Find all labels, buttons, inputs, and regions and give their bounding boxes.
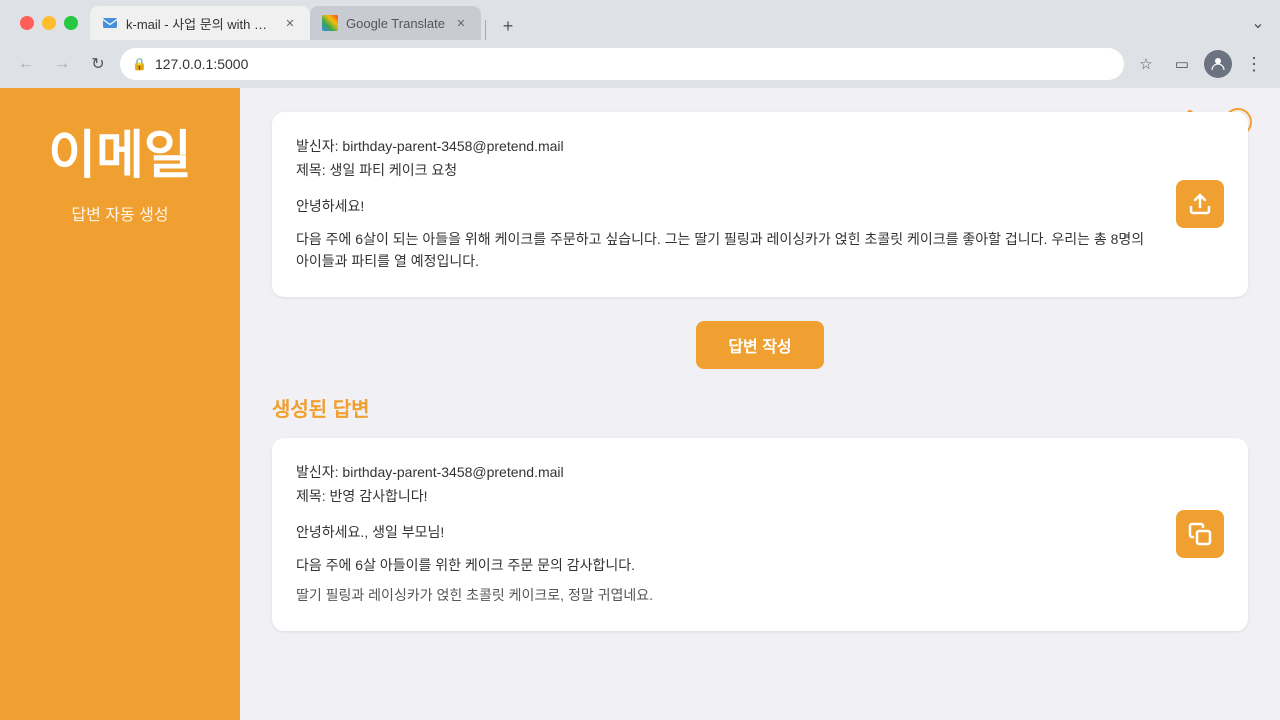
generated-email-subject: 제목: 반영 감사합니다!: [296, 486, 1160, 506]
reload-button[interactable]: ↻: [84, 50, 112, 78]
maximize-window-button[interactable]: [64, 16, 78, 30]
tab-divider: [485, 20, 486, 40]
compose-btn-container: 답변 작성: [272, 321, 1248, 369]
generated-email-greeting: 안녕하세요., 생일 부모님!: [296, 522, 1160, 542]
upload-button[interactable]: [1176, 180, 1224, 228]
generated-section-title: 생성된 답변: [272, 393, 1248, 422]
address-text: 127.0.0.1:5000: [155, 56, 1112, 72]
email-subject: 제목: 생일 파티 케이크 요청: [296, 160, 1160, 180]
generated-email-body2: 딸기 필링과 레이싱카가 얹힌 초콜릿 케이크로, 정말 귀엽네요.: [296, 584, 1160, 606]
tab-translate-close-button[interactable]: ✕: [453, 15, 469, 31]
tab-mail-title: k-mail - 사업 문의 with Google...: [126, 14, 274, 33]
app-subtitle: 답변 자동 생성: [71, 201, 168, 225]
generated-email-body1: 다음 주에 6살 아들이를 위한 케이크 주문 문의 감사합니다.: [296, 554, 1160, 576]
profile-icon: [1210, 56, 1226, 72]
address-actions: ☆ ▭ ⋮: [1132, 50, 1268, 78]
browser-menu-button[interactable]: ⋮: [1240, 50, 1268, 78]
tab-mail-close-button[interactable]: ✕: [282, 15, 298, 31]
email-sender: 발신자: birthday-parent-3458@pretend.mail: [296, 136, 1160, 156]
minimize-window-button[interactable]: [42, 16, 56, 30]
back-button[interactable]: ←: [12, 50, 40, 78]
email-body: 다음 주에 6살이 되는 아들을 위해 케이크를 주문하고 싶습니다. 그는 딸…: [296, 228, 1160, 273]
new-tab-button[interactable]: +: [494, 12, 522, 40]
close-window-button[interactable]: [20, 16, 34, 30]
app-container: 이메일 답변 자동 생성: [0, 88, 1280, 720]
copy-button[interactable]: [1176, 510, 1224, 558]
generated-email-card-body: 발신자: birthday-parent-3458@pretend.mail 제…: [296, 462, 1160, 607]
tab-translate[interactable]: Google Translate ✕: [310, 6, 481, 40]
secure-icon: 🔒: [132, 57, 147, 71]
tab-dropdown-button[interactable]: ⌄: [1244, 9, 1272, 37]
profile-button[interactable]: [1204, 50, 1232, 78]
address-bar-row: ← → ↻ 🔒 127.0.0.1:5000 ☆ ▭ ⋮: [0, 40, 1280, 88]
bookmark-button[interactable]: ☆: [1132, 50, 1160, 78]
tab-bar: k-mail - 사업 문의 with Google... ✕ Google T…: [90, 6, 1244, 40]
generated-email-card: 발신자: birthday-parent-3458@pretend.mail 제…: [272, 438, 1248, 631]
compose-reply-button[interactable]: 답변 작성: [696, 321, 823, 369]
extensions-button[interactable]: ▭: [1168, 50, 1196, 78]
sidebar: 이메일 답변 자동 생성: [0, 88, 240, 720]
generated-email-card-header: 발신자: birthday-parent-3458@pretend.mail 제…: [296, 462, 1224, 607]
main-content: 발신자: birthday-parent-3458@pretend.mail 제…: [240, 88, 1280, 720]
translate-tab-icon: [322, 15, 338, 31]
email-card-body: 발신자: birthday-parent-3458@pretend.mail 제…: [296, 136, 1160, 273]
email-card-header: 발신자: birthday-parent-3458@pretend.mail 제…: [296, 136, 1224, 273]
address-bar[interactable]: 🔒 127.0.0.1:5000: [120, 48, 1124, 80]
app-title: 이메일: [48, 128, 192, 185]
mail-tab-icon: [102, 15, 118, 31]
email-greeting: 안녕하세요!: [296, 196, 1160, 216]
forward-button[interactable]: →: [48, 50, 76, 78]
original-email-card: 발신자: birthday-parent-3458@pretend.mail 제…: [272, 112, 1248, 297]
tab-translate-title: Google Translate: [346, 16, 445, 31]
traffic-lights: [8, 16, 90, 30]
generated-email-sender: 발신자: birthday-parent-3458@pretend.mail: [296, 462, 1160, 482]
tab-mail[interactable]: k-mail - 사업 문의 with Google... ✕: [90, 6, 310, 40]
